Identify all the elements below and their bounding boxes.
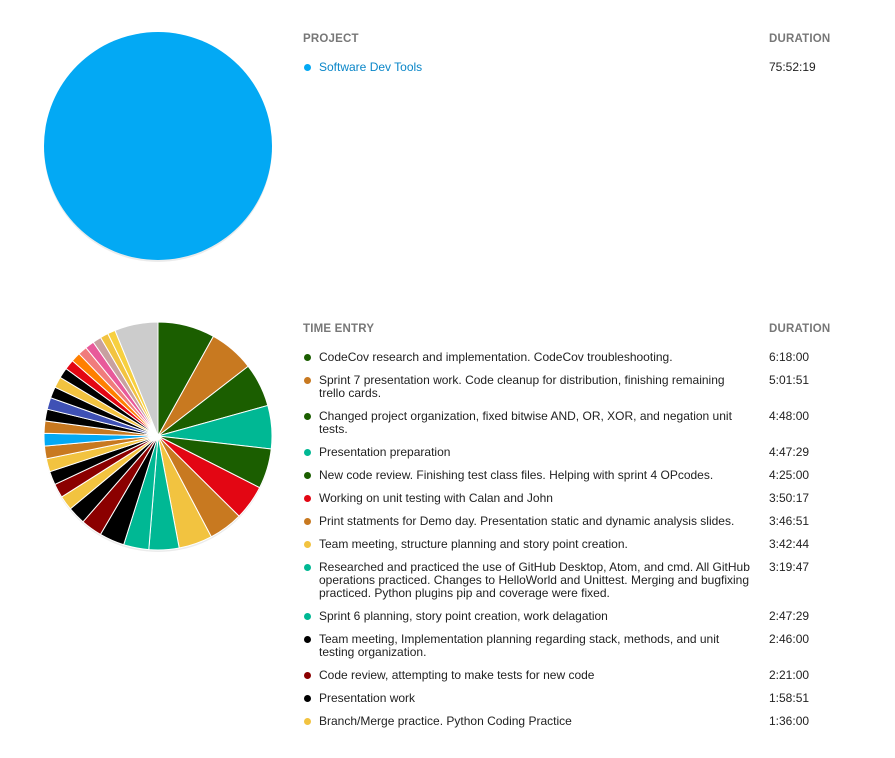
time-entry-pie-chart[interactable] bbox=[40, 318, 276, 554]
time-entry-duration: 3:50:17 bbox=[769, 491, 810, 505]
project-name-link[interactable]: Software Dev Tools bbox=[319, 61, 751, 74]
time-entry-row[interactable]: Sprint 6 planning, story point creation,… bbox=[303, 610, 843, 623]
time-entry-duration: 1:58:51 bbox=[769, 691, 810, 705]
time-entry-label: Team meeting, Implementation planning re… bbox=[319, 632, 720, 659]
entry-color-dot-icon bbox=[304, 495, 311, 502]
time-entry-column-header: TIME ENTRY bbox=[303, 323, 375, 335]
project-column-header: PROJECT bbox=[303, 33, 359, 45]
entry-color-dot-icon bbox=[304, 472, 311, 479]
time-entry-row[interactable]: Working on unit testing with Calan and J… bbox=[303, 492, 843, 505]
entry-color-dot-icon bbox=[304, 718, 311, 725]
entry-color-dot-icon bbox=[304, 377, 311, 384]
time-entry-row[interactable]: New code review. Finishing test class fi… bbox=[303, 469, 843, 482]
time-entry-row[interactable]: Researched and practiced the use of GitH… bbox=[303, 561, 843, 600]
time-entry-duration: 1:36:00 bbox=[769, 714, 810, 728]
entry-color-dot-icon bbox=[304, 695, 311, 702]
entry-color-dot-icon bbox=[304, 449, 311, 456]
time-entry-label: Presentation work bbox=[319, 691, 416, 705]
time-entry-row[interactable]: Presentation work 1:58:51 bbox=[303, 692, 843, 705]
time-entry-label: Team meeting, structure planning and sto… bbox=[319, 537, 628, 551]
pie-slice[interactable] bbox=[44, 32, 272, 260]
time-entry-label: Sprint 7 presentation work. Code cleanup… bbox=[319, 373, 725, 400]
time-entry-label: Presentation preparation bbox=[319, 445, 451, 459]
entry-color-dot-icon bbox=[304, 613, 311, 620]
time-entry-duration: 4:48:00 bbox=[769, 409, 810, 423]
duration-column-header: DURATION bbox=[769, 323, 831, 335]
project-pie-chart[interactable] bbox=[40, 28, 276, 264]
time-entry-duration: 4:47:29 bbox=[769, 445, 810, 459]
time-entry-duration: 6:18:00 bbox=[769, 350, 810, 364]
project-duration: 75:52:19 bbox=[769, 60, 816, 74]
time-entry-label: Changed project organization, fixed bitw… bbox=[319, 409, 732, 436]
time-entry-duration: 2:21:00 bbox=[769, 668, 810, 682]
time-entry-table-header: TIME ENTRY DURATION bbox=[303, 323, 843, 337]
time-entry-label: New code review. Finishing test class fi… bbox=[319, 468, 714, 482]
time-entry-duration: 5:01:51 bbox=[769, 373, 810, 387]
time-entry-label: Branch/Merge practice. Python Coding Pra… bbox=[319, 714, 572, 728]
entry-color-dot-icon bbox=[304, 672, 311, 679]
time-entry-label: Working on unit testing with Calan and J… bbox=[319, 491, 553, 505]
time-entry-duration: 3:19:47 bbox=[769, 560, 810, 574]
project-row[interactable]: Software Dev Tools 75:52:19 bbox=[303, 61, 843, 74]
time-entry-duration: 4:25:00 bbox=[769, 468, 810, 482]
duration-column-header: DURATION bbox=[769, 33, 831, 45]
time-entry-label: Sprint 6 planning, story point creation,… bbox=[319, 609, 608, 623]
entry-color-dot-icon bbox=[304, 541, 311, 548]
project-summary-panel: PROJECT DURATION Software Dev Tools 75:5… bbox=[303, 33, 843, 74]
time-entry-duration: 2:47:29 bbox=[769, 609, 810, 623]
time-entry-duration: 2:46:00 bbox=[769, 632, 810, 646]
time-entry-row[interactable]: Code review, attempting to make tests fo… bbox=[303, 669, 843, 682]
time-entry-duration: 3:46:51 bbox=[769, 514, 810, 528]
time-entry-row[interactable]: Sprint 7 presentation work. Code cleanup… bbox=[303, 374, 843, 400]
project-list: Software Dev Tools 75:52:19 bbox=[303, 61, 843, 74]
time-entry-row[interactable]: Presentation preparation 4:47:29 bbox=[303, 446, 843, 459]
time-entry-row[interactable]: Team meeting, structure planning and sto… bbox=[303, 538, 843, 551]
time-entry-label: Code review, attempting to make tests fo… bbox=[319, 668, 595, 682]
time-entry-row[interactable]: Print statments for Demo day. Presentati… bbox=[303, 515, 843, 528]
reports-page: PROJECT DURATION Software Dev Tools 75:5… bbox=[0, 0, 895, 758]
time-entry-row[interactable]: Team meeting, Implementation planning re… bbox=[303, 633, 843, 659]
time-entry-row[interactable]: CodeCov research and implementation. Cod… bbox=[303, 351, 843, 364]
time-entry-row[interactable]: Changed project organization, fixed bitw… bbox=[303, 410, 843, 436]
time-entry-label: Print statments for Demo day. Presentati… bbox=[319, 514, 735, 528]
entry-color-dot-icon bbox=[304, 518, 311, 525]
time-entry-label: Researched and practiced the use of GitH… bbox=[319, 560, 750, 600]
project-table-header: PROJECT DURATION bbox=[303, 33, 843, 47]
project-color-dot-icon bbox=[304, 64, 311, 71]
time-entry-list: CodeCov research and implementation. Cod… bbox=[303, 351, 843, 728]
entry-color-dot-icon bbox=[304, 354, 311, 361]
time-entry-duration: 3:42:44 bbox=[769, 537, 810, 551]
time-entry-summary-panel: TIME ENTRY DURATION CodeCov research and… bbox=[303, 323, 843, 738]
entry-color-dot-icon bbox=[304, 564, 311, 571]
time-entry-label: CodeCov research and implementation. Cod… bbox=[319, 350, 673, 364]
entry-color-dot-icon bbox=[304, 636, 311, 643]
time-entry-row[interactable]: Branch/Merge practice. Python Coding Pra… bbox=[303, 715, 843, 728]
entry-color-dot-icon bbox=[304, 413, 311, 420]
